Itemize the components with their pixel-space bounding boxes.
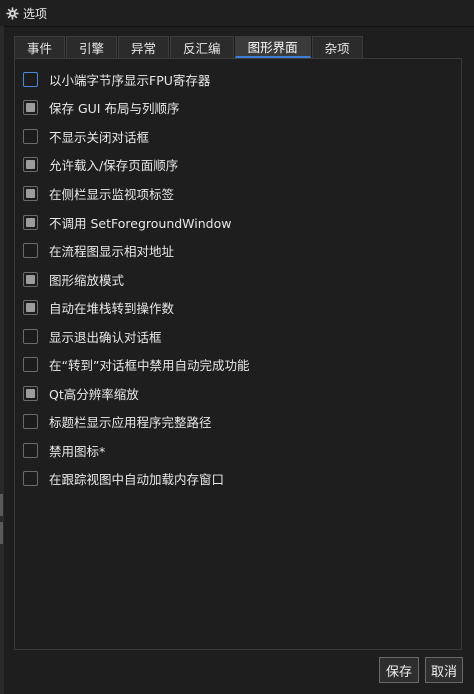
option-row[interactable]: 允许载入/保存页面顺序: [23, 154, 178, 174]
check-mark: [26, 188, 35, 198]
checkbox[interactable]: [23, 442, 38, 458]
option-row[interactable]: 不显示关闭对话框: [23, 126, 149, 146]
options-panel: 以小端字节序显示FPU寄存器 保存 GUI 布局与列顺序 不显示关闭对话框 允许…: [14, 58, 462, 650]
cancel-button[interactable]: 取消: [425, 657, 463, 683]
option-row[interactable]: 显示退出确认对话框: [23, 326, 162, 346]
option-label: 在流程图显示相对地址: [49, 243, 175, 259]
checkbox[interactable]: [23, 328, 38, 344]
checkbox[interactable]: [23, 156, 38, 172]
edge-mark: [0, 494, 3, 516]
checkbox[interactable]: [23, 271, 38, 287]
option-row[interactable]: 在侧栏显示监视项标签: [23, 183, 174, 203]
option-label: 标题栏显示应用程序完整路径: [49, 414, 212, 430]
checkbox[interactable]: [23, 413, 38, 429]
option-row[interactable]: Qt高分辨率缩放: [23, 383, 139, 403]
option-label: 在跟踪视图中自动加载内存窗口: [49, 471, 225, 487]
option-row[interactable]: 在流程图显示相对地址: [23, 240, 174, 260]
check-mark: [26, 217, 35, 227]
checkbox[interactable]: [23, 128, 38, 144]
check-mark: [26, 388, 35, 398]
option-row[interactable]: 不调用 SetForegroundWindow: [23, 212, 231, 232]
save-button[interactable]: 保存: [379, 657, 419, 683]
option-label: 允许载入/保存页面顺序: [49, 157, 179, 173]
checkbox[interactable]: [23, 356, 38, 372]
check-mark: [26, 102, 35, 112]
option-row[interactable]: 自动在堆栈转到操作数: [23, 297, 174, 317]
option-label: 保存 GUI 布局与列顺序: [49, 100, 180, 116]
title-bar: 选项: [0, 0, 474, 27]
tab-bar: 事件 引擎 异常 反汇编 图形界面 杂项: [14, 36, 364, 58]
option-label: 图形缩放模式: [49, 272, 125, 288]
option-label: 不显示关闭对话框: [49, 129, 150, 145]
option-label: 显示退出确认对话框: [49, 329, 162, 345]
tab-events[interactable]: 事件: [14, 36, 66, 58]
check-mark: [26, 274, 35, 284]
option-row[interactable]: 图形缩放模式: [23, 269, 124, 289]
tab-engine[interactable]: 引擎: [66, 36, 118, 58]
option-label: 在侧栏显示监视项标签: [49, 186, 175, 202]
option-label: 自动在堆栈转到操作数: [49, 300, 175, 316]
checkbox[interactable]: [23, 99, 38, 115]
checkbox[interactable]: [23, 242, 38, 258]
option-label: Qt高分辨率缩放: [49, 386, 139, 402]
left-window-edge: [0, 26, 4, 694]
tab-gui[interactable]: 图形界面: [234, 36, 311, 58]
option-row[interactable]: 在“转到”对话框中禁用自动完成功能: [23, 354, 249, 374]
option-row[interactable]: 在跟踪视图中自动加载内存窗口: [23, 468, 224, 488]
gear-icon: [5, 6, 19, 20]
check-mark: [26, 302, 35, 312]
checkbox[interactable]: [23, 385, 38, 401]
option-row[interactable]: 标题栏显示应用程序完整路径: [23, 411, 212, 431]
option-row[interactable]: 以小端字节序显示FPU寄存器: [23, 69, 210, 89]
checkbox[interactable]: [23, 214, 38, 230]
tab-misc[interactable]: 杂项: [311, 36, 363, 58]
option-row[interactable]: 禁用图标*: [23, 440, 105, 460]
tab-exceptions[interactable]: 异常: [118, 36, 170, 58]
checkbox[interactable]: [23, 71, 38, 87]
checkbox[interactable]: [23, 185, 38, 201]
window-title: 选项: [23, 6, 48, 21]
edge-mark: [0, 522, 3, 544]
checkbox[interactable]: [23, 299, 38, 315]
tab-disassembly[interactable]: 反汇编: [170, 36, 234, 58]
option-row[interactable]: 保存 GUI 布局与列顺序: [23, 97, 179, 117]
option-label: 不调用 SetForegroundWindow: [49, 215, 232, 231]
check-mark: [26, 159, 35, 169]
option-label: 禁用图标*: [49, 443, 106, 459]
option-label: 以小端字节序显示FPU寄存器: [49, 72, 211, 88]
option-label: 在“转到”对话框中禁用自动完成功能: [49, 357, 250, 373]
checkbox[interactable]: [23, 470, 38, 486]
